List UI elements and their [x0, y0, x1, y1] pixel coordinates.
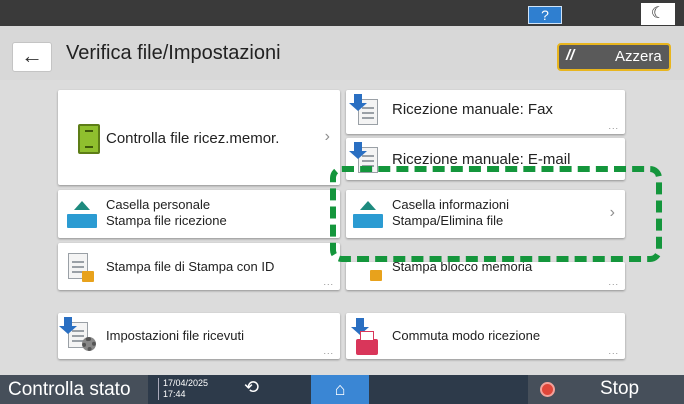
more-indicator: ...	[608, 121, 619, 131]
more-indicator: ...	[323, 346, 334, 356]
page-title: Verifica file/Impostazioni	[66, 42, 281, 64]
page-header: ← Verifica file/Impostazioni // Azzera	[0, 26, 684, 80]
manual-receive-fax-button[interactable]: Ricezione manuale: Fax ...	[346, 90, 625, 134]
moon-icon: ☾	[650, 5, 666, 22]
tile-label: Commuta modo ricezione	[392, 328, 541, 343]
personal-box-icon	[67, 214, 97, 228]
download-arrow-icon	[351, 318, 369, 335]
print-memory-lock-button[interactable]: Stampa blocco memoria ...	[346, 262, 625, 290]
fax-icon	[356, 331, 378, 355]
lock-icon	[82, 271, 94, 282]
tile-label: Impostazioni file ricevuti	[106, 328, 244, 343]
stop-button[interactable]: Stop	[528, 375, 684, 404]
system-bottom-bar: Controlla stato 17/04/2025 17:44 ⟲ ⌂ Sto…	[0, 375, 684, 404]
download-arrow-icon	[59, 317, 77, 334]
switch-reception-mode-button[interactable]: Commuta modo ricezione ...	[346, 313, 625, 359]
home-icon: ⌂	[334, 379, 346, 399]
reset-icon: //	[566, 47, 575, 64]
tile-label: Ricezione manuale: Fax	[392, 101, 553, 118]
download-arrow-icon	[349, 94, 367, 111]
gear-icon	[82, 337, 96, 351]
print-id-files-button[interactable]: Stampa file di Stampa con ID ...	[58, 243, 340, 290]
stop-icon	[540, 382, 555, 397]
date-text: 17/04/2025	[163, 378, 209, 388]
time-text: 17:44	[163, 389, 186, 399]
night-mode-button[interactable]: ☾	[641, 3, 675, 25]
download-arrow-icon	[349, 142, 367, 159]
more-indicator: ...	[323, 277, 334, 287]
lock-icon	[370, 270, 382, 281]
tray-upload-icon	[74, 201, 90, 210]
tile-label: Stampa file di Stampa con ID	[106, 259, 275, 274]
reset-label: Azzera	[615, 48, 662, 65]
back-button[interactable]: ←	[12, 42, 52, 72]
back-arrow-icon: ←	[21, 43, 43, 68]
personal-box-button[interactable]: Casella personale Stampa file ricezione	[58, 190, 340, 238]
check-status-button[interactable]: Controlla stato	[0, 375, 148, 404]
more-indicator: ...	[608, 346, 619, 356]
system-top-bar: ? ☾	[0, 0, 684, 26]
highlight-frame	[330, 166, 662, 262]
memory-file-icon	[78, 124, 100, 154]
more-indicator: ...	[608, 277, 619, 287]
tile-label: Controlla file ricez.memor.	[106, 130, 280, 147]
tile-label-line1: Casella personale	[106, 197, 211, 212]
return-icon: ⟲	[244, 377, 260, 397]
received-file-settings-button[interactable]: Impostazioni file ricevuti ...	[58, 313, 340, 359]
check-received-files-button[interactable]: Controlla file ricez.memor. ›	[58, 90, 340, 185]
tile-label: Stampa blocco memoria	[392, 262, 533, 274]
tile-label-line2: Stampa file ricezione	[106, 213, 227, 228]
home-button[interactable]: ⌂	[311, 375, 369, 404]
chevron-right-icon: ›	[324, 128, 330, 145]
reset-button[interactable]: // Azzera	[557, 43, 671, 71]
back-nav-button[interactable]: ⟲	[244, 377, 259, 398]
help-button[interactable]: ?	[528, 6, 562, 24]
stop-label: Stop	[600, 378, 640, 399]
date-time: 17/04/2025 17:44	[158, 378, 208, 400]
